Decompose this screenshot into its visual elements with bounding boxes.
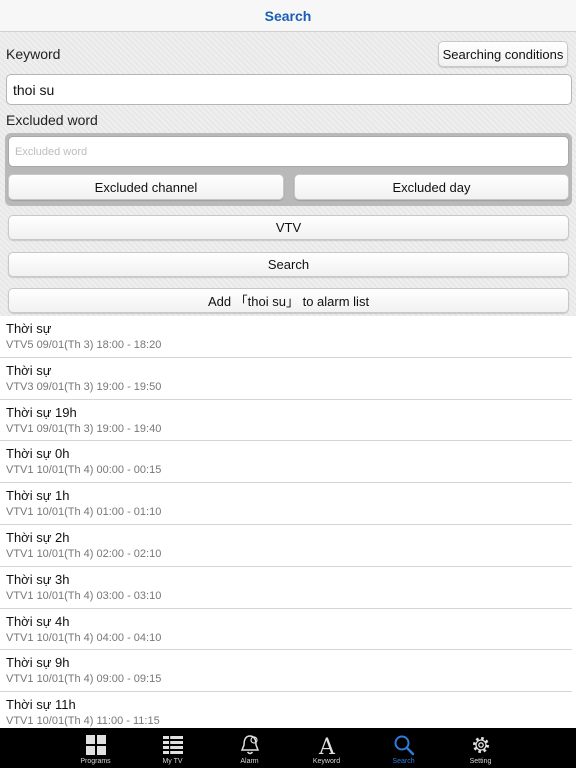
bell-icon [240, 735, 259, 755]
tab-label: Alarm [240, 758, 259, 765]
gear-icon [472, 737, 489, 753]
result-detail: VTV1 09/01(Th 3) 19:00 - 19:40 [6, 422, 162, 435]
searching-conditions-button[interactable]: Searching conditions [438, 41, 568, 67]
excluded-word-label: Excluded word [6, 112, 98, 128]
list-item[interactable]: Thời sự VTV5 09/01(Th 3) 18:00 - 18:20 [0, 316, 572, 358]
result-title: Thời sự 9h [6, 655, 70, 671]
list-item[interactable]: Thời sự 2h VTV1 10/01(Th 4) 02:00 - 02:10 [0, 525, 572, 567]
excluded-day-button[interactable]: Excluded day [294, 174, 569, 200]
channel-button[interactable]: VTV [8, 215, 569, 240]
list-item[interactable]: Thời sự VTV3 09/01(Th 3) 19:00 - 19:50 [0, 358, 572, 400]
grid-icon [85, 735, 106, 755]
svg-text:A: A [318, 735, 336, 756]
letter-a-icon: A [318, 735, 336, 756]
search-form: Keyword Searching conditions thoi su Exc… [0, 32, 576, 316]
tab-search[interactable]: Search [365, 728, 442, 768]
tab-bar: Programs My TV Alarm A Keyword Search Se… [0, 728, 576, 768]
result-detail: VTV1 10/01(Th 4) 00:00 - 00:15 [6, 464, 162, 477]
result-detail: VTV1 10/01(Th 4) 09:00 - 09:15 [6, 673, 162, 686]
result-detail: VTV1 10/01(Th 4) 01:00 - 01:10 [6, 506, 162, 519]
tab-keyword[interactable]: A Keyword [288, 728, 365, 768]
excluded-panel: Excluded word Excluded channel Excluded … [5, 133, 572, 206]
result-detail: VTV1 10/01(Th 4) 02:00 - 02:10 [6, 547, 162, 560]
result-title: Thời sự 1h [6, 488, 70, 504]
list-item[interactable]: Thời sự 11h VTV1 10/01(Th 4) 11:00 - 11:1… [0, 692, 572, 728]
result-detail: VTV1 10/01(Th 4) 11:00 - 11:15 [6, 715, 160, 728]
navigation-bar: Search [0, 0, 576, 32]
tab-label: Search [392, 758, 415, 765]
tab-alarm[interactable]: Alarm [211, 728, 288, 768]
list-item[interactable]: Thời sự 19h VTV1 09/01(Th 3) 19:00 - 19:4… [0, 400, 572, 442]
result-detail: VTV3 09/01(Th 3) 19:00 - 19:50 [6, 380, 162, 393]
tab-label: Keyword [312, 758, 341, 765]
result-detail: VTV1 10/01(Th 4) 04:00 - 04:10 [6, 631, 162, 644]
excluded-word-input[interactable]: Excluded word [8, 136, 569, 167]
magnifier-icon [394, 735, 414, 756]
list-item[interactable]: Thời sự 0h VTV1 10/01(Th 4) 00:00 - 00:15 [0, 441, 572, 484]
page-title: Search [264, 7, 312, 24]
search-button[interactable]: Search [8, 252, 569, 277]
result-title: Thời sự 11h [6, 697, 76, 713]
list-icon [162, 735, 183, 755]
result-list: Thời sự VTV5 09/01(Th 3) 18:00 - 18:20 Th… [0, 316, 576, 728]
tab-programs[interactable]: Programs [57, 728, 134, 768]
result-title: Thời sự 0h [6, 446, 70, 462]
keyword-label: Keyword [6, 46, 61, 62]
excluded-channel-button[interactable]: Excluded channel [8, 174, 284, 200]
tab-setting[interactable]: Setting [442, 728, 519, 768]
result-detail: VTV5 09/01(Th 3) 18:00 - 18:20 [6, 339, 162, 351]
list-item[interactable]: Thời sự 3h VTV1 10/01(Th 4) 03:00 - 03:10 [0, 567, 572, 609]
tab-label: My TV [162, 758, 183, 765]
list-item[interactable]: Thời sự 4h VTV1 10/01(Th 4) 04:00 - 04:10 [0, 609, 572, 651]
result-title: Thời sự [6, 362, 52, 378]
list-item[interactable]: Thời sự 1h VTV1 10/01(Th 4) 01:00 - 01:10 [0, 483, 572, 525]
keyword-input[interactable]: thoi su [6, 74, 572, 105]
result-title: Thời sự 2h [6, 529, 70, 545]
add-to-alarm-button[interactable]: Add 「thoi su」 to alarm list [8, 288, 569, 313]
tab-label: Setting [469, 758, 492, 765]
result-title: Thời sự 3h [6, 571, 70, 587]
tab-label: Programs [80, 758, 111, 765]
result-detail: VTV1 10/01(Th 4) 03:00 - 03:10 [6, 589, 162, 602]
list-item[interactable]: Thời sự 9h VTV1 10/01(Th 4) 09:00 - 09:15 [0, 650, 572, 693]
result-title: Thời sự [6, 321, 52, 336]
tab-my-tv[interactable]: My TV [134, 728, 211, 768]
result-title: Thời sự 4h [6, 613, 70, 629]
result-title: Thời sự 19h [6, 404, 77, 420]
